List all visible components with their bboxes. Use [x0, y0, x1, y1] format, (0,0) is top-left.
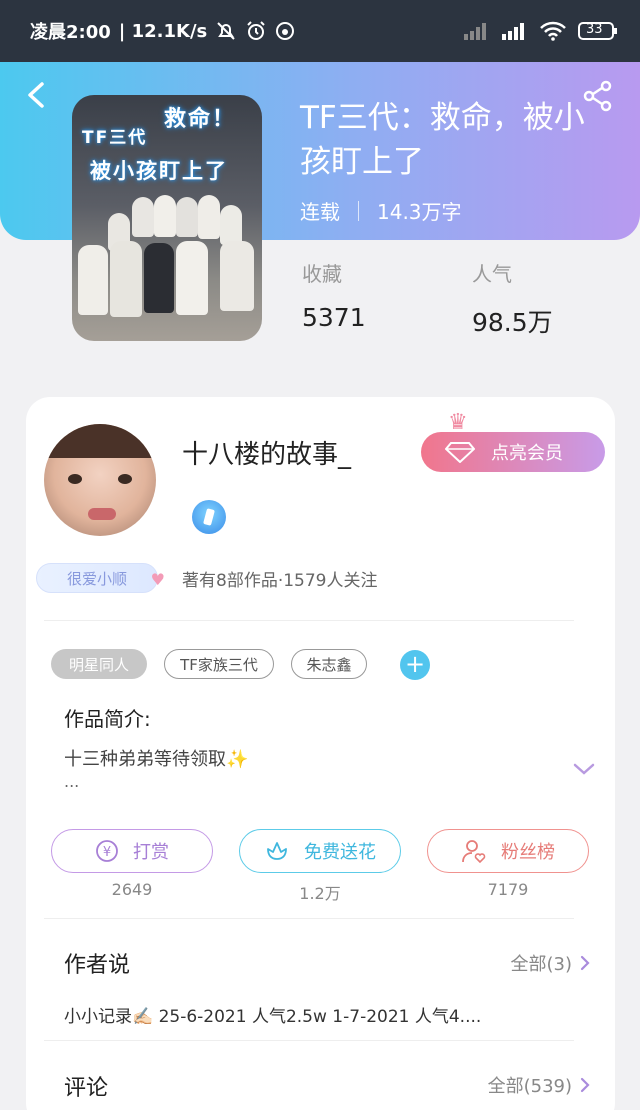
chevron-down-icon [573, 763, 595, 775]
verified-badge-icon [192, 500, 226, 534]
expand-intro-button[interactable] [572, 760, 596, 778]
chevron-right-icon [580, 955, 590, 971]
author-info: 著有8部作品·1579人关注 [182, 571, 378, 591]
cellular-signal-2-icon [502, 22, 528, 40]
cover-caption-series: TF三代 [82, 128, 148, 148]
status-time: 凌晨2:00 [30, 22, 111, 43]
back-arrow-icon [28, 82, 44, 108]
status-speed: | 12.1K/s [118, 20, 208, 42]
favorites-label: 收藏 [302, 262, 342, 286]
divider [44, 918, 574, 919]
tag-tf-family[interactable]: TF家族三代 [164, 649, 274, 679]
reward-label: 打赏 [133, 842, 169, 863]
tag-star-fanfic[interactable]: 明星同人 [51, 649, 147, 679]
diamond-icon [445, 442, 475, 463]
author-says-more-link[interactable]: 全部(3) [511, 950, 591, 976]
mute-bell-icon [215, 20, 237, 42]
free-flower-button[interactable]: 免费送花 [239, 829, 401, 873]
status-bar: 凌晨2:00 | 12.1K/s 33 [0, 0, 640, 62]
wifi-icon [540, 21, 566, 41]
intro-text: 十三种弟弟等待领取✨ [64, 749, 249, 770]
author-says-title: 作者说 [64, 953, 131, 978]
author-badge: 很爱小顺 ♥ [36, 563, 165, 593]
divider [44, 1040, 574, 1041]
author-avatar[interactable] [44, 424, 156, 536]
fans-label: 粉丝榜 [501, 842, 555, 863]
cellular-signal-1-icon [464, 22, 490, 40]
popularity-label: 人气 [472, 262, 512, 286]
comments-more-link[interactable]: 全部(539) [488, 1072, 590, 1098]
alarm-icon [245, 20, 267, 42]
flower-label: 免费送花 [304, 842, 376, 863]
flower-count: 1.2万 [299, 884, 341, 903]
activate-vip-button[interactable]: 点亮会员 [421, 432, 605, 472]
meta-divider [358, 200, 359, 221]
battery-icon: 33 [578, 21, 618, 41]
vip-button-label: 点亮会员 [491, 443, 563, 464]
book-title: TF三代：救命，被小孩盯上了 [300, 100, 585, 180]
heart-icon: ♥ [150, 570, 165, 589]
cover-caption-bottom: 被小孩盯上了 [90, 159, 228, 183]
author-badge-label: 很爱小顺 [66, 569, 127, 588]
cover-caption-top: 救命！ [164, 107, 237, 132]
flower-icon [267, 842, 287, 860]
popularity-stat: 人气 98.5万 [472, 258, 553, 339]
favorites-value: 5371 [302, 303, 366, 332]
fans-ranking-button[interactable]: 粉丝榜 [427, 829, 589, 873]
author-name[interactable]: 十八楼的故事_ [182, 434, 351, 471]
user-heart-icon [462, 840, 486, 864]
battery-level: 33 [586, 22, 603, 37]
favorites-stat: 收藏 5371 [302, 258, 366, 332]
reward-count: 2649 [111, 880, 153, 899]
book-meta: 连载 14.3万字 [300, 196, 462, 225]
popularity-value: 98.5万 [472, 308, 553, 337]
intro-title: 作品简介: [64, 707, 151, 731]
comments-more-label: 全部(539) [487, 1076, 572, 1097]
add-tag-button[interactable]: + [400, 650, 430, 680]
fans-count: 7179 [487, 880, 529, 899]
tag-character[interactable]: 朱志鑫 [291, 649, 367, 679]
book-status: 连载 [300, 200, 340, 224]
comments-title: 评论 [64, 1076, 109, 1101]
chevron-right-icon [580, 1077, 590, 1093]
yen-coin-icon: ¥ [96, 840, 118, 862]
reward-button[interactable]: ¥ 打赏 [51, 829, 213, 873]
app-notification-icon [275, 21, 295, 41]
intro-ellipsis: ... [64, 772, 80, 791]
back-button[interactable] [24, 80, 50, 110]
author-says-more-label: 全部(3) [510, 954, 573, 975]
svg-text:¥: ¥ [103, 845, 111, 860]
divider [44, 620, 574, 621]
author-says-content[interactable]: 小小记录✍🏻 25-6-2021 人气2.5w 1-7-2021 人气4.... [64, 1002, 481, 1027]
book-word-count: 14.3万字 [377, 200, 462, 224]
book-cover[interactable]: 救命！ TF三代 被小孩盯上了 [72, 95, 262, 341]
